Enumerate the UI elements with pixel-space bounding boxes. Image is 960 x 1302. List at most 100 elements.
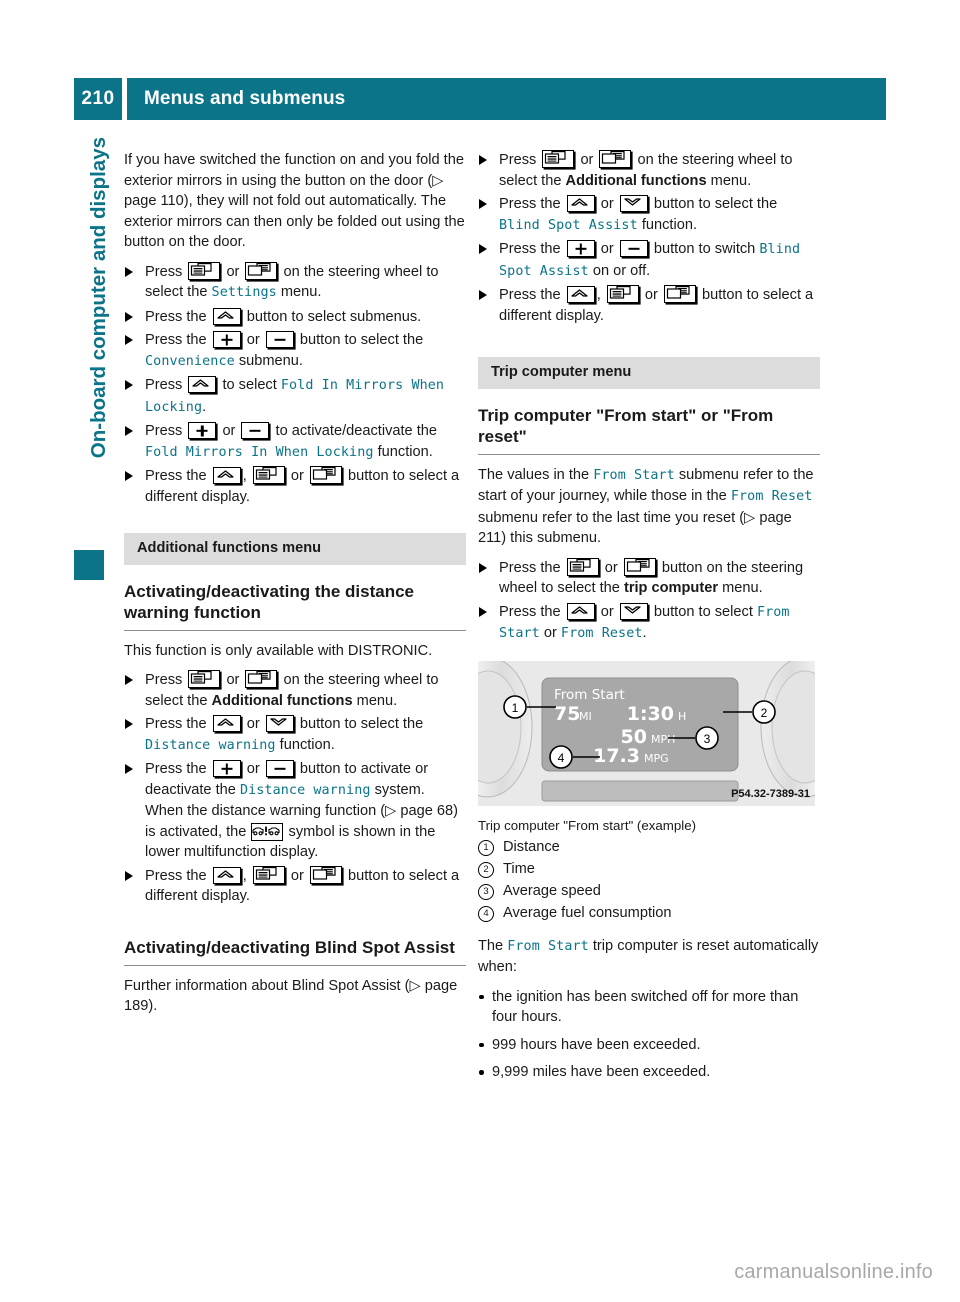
callout-label: Time bbox=[503, 860, 535, 877]
display-right-icon[interactable] bbox=[309, 865, 342, 884]
svg-text:P54.32-7389-31: P54.32-7389-31 bbox=[731, 788, 810, 800]
step-text-mid: button to select bbox=[653, 603, 753, 620]
chevron-up-icon[interactable] bbox=[566, 602, 595, 620]
callout-label: Distance bbox=[503, 838, 560, 855]
step-arrow-icon bbox=[125, 266, 133, 277]
callout-list-item: 2 Time bbox=[478, 859, 820, 880]
chevron-up-icon[interactable] bbox=[212, 866, 241, 884]
step-joiner: or bbox=[600, 241, 614, 257]
svg-text:MPH: MPH bbox=[651, 733, 675, 746]
list-item: 9,999 miles have been exceeded. bbox=[478, 1062, 820, 1083]
step-joiner: or bbox=[246, 761, 260, 777]
list-item-label: 999 hours have been exceeded. bbox=[492, 1036, 701, 1053]
step-item: Press the or button on the steering whee… bbox=[478, 557, 820, 599]
menu-name-from-start: From Start bbox=[507, 938, 589, 954]
step-text-pre: Press bbox=[499, 152, 537, 168]
chevron-up-icon[interactable] bbox=[212, 467, 241, 484]
step-item: Press or to activate/deactivate the Fold… bbox=[124, 421, 466, 463]
svg-text:17.3: 17.3 bbox=[593, 745, 640, 767]
step-arrow-icon bbox=[125, 335, 133, 345]
svg-text:MPG: MPG bbox=[644, 752, 669, 765]
step-text-pre: Press bbox=[145, 377, 183, 393]
display-left-icon[interactable] bbox=[188, 261, 221, 280]
chevron-up-icon[interactable] bbox=[212, 715, 241, 732]
callout-label: Average speed bbox=[503, 882, 601, 899]
minus-icon[interactable] bbox=[265, 331, 294, 348]
svg-text:4: 4 bbox=[558, 751, 565, 765]
step-item: Press or on the steering wheel to select… bbox=[478, 150, 820, 191]
step-item: Press to select Fold In Mirrors When Loc… bbox=[124, 375, 466, 418]
display-right-icon[interactable] bbox=[245, 261, 278, 280]
display-left-icon[interactable] bbox=[252, 865, 285, 884]
chevron-up-icon[interactable] bbox=[566, 286, 595, 303]
comma-separator: , bbox=[242, 867, 247, 884]
display-right-icon[interactable] bbox=[663, 285, 696, 303]
step-item: Press the or button to select the Conven… bbox=[124, 330, 466, 372]
trip-intro-1: The values in the bbox=[478, 466, 594, 483]
minus-icon[interactable] bbox=[619, 240, 648, 257]
display-left-icon[interactable] bbox=[188, 670, 221, 688]
minus-icon[interactable] bbox=[241, 422, 270, 439]
trip-intro-3: submenu refer to the last time you reset… bbox=[478, 509, 792, 547]
display-right-icon[interactable] bbox=[599, 150, 632, 168]
display-left-icon[interactable] bbox=[606, 285, 639, 303]
left-column: If you have switched the function on and… bbox=[124, 150, 466, 1026]
menu-name-additional-functions: Additional functions bbox=[211, 692, 353, 709]
subheading-trip-computer: Trip computer "From start" or "From rese… bbox=[478, 405, 774, 446]
chevron-down-icon[interactable] bbox=[619, 195, 648, 212]
reset-intro-paragraph: The From Start trip computer is reset au… bbox=[478, 936, 820, 978]
chevron-up-icon[interactable] bbox=[188, 376, 217, 393]
step-joiner: or bbox=[226, 263, 240, 280]
intro-paragraph: If you have switched the function on and… bbox=[124, 152, 465, 250]
step-arrow-icon bbox=[125, 426, 133, 436]
menu-name-from-start: From Start bbox=[593, 467, 675, 483]
step-joiner: or bbox=[246, 332, 260, 348]
plus-icon[interactable] bbox=[212, 760, 241, 777]
step-joiner: or bbox=[226, 672, 240, 688]
step-item: Press the or button to switch Blind Spot… bbox=[478, 239, 820, 282]
step-item: Press the or button to select From Start… bbox=[478, 602, 820, 645]
display-left-icon[interactable] bbox=[542, 150, 575, 168]
step-text-pre: Press bbox=[145, 263, 183, 280]
svg-text:1: 1 bbox=[512, 701, 519, 715]
menu-name-distance-warning: Distance warning bbox=[239, 782, 371, 798]
list-item: 999 hours have been exceeded. bbox=[478, 1035, 820, 1056]
step-arrow-icon bbox=[479, 155, 487, 165]
heading-rule bbox=[478, 453, 820, 455]
step-text-post: menu. bbox=[710, 172, 752, 189]
chevron-up-icon[interactable] bbox=[566, 195, 595, 212]
display-right-icon[interactable] bbox=[309, 466, 342, 484]
step-text-pre: Press the bbox=[145, 761, 207, 777]
minus-icon[interactable] bbox=[265, 760, 294, 777]
site-watermark: carmanualsonline.info bbox=[734, 1261, 933, 1283]
step-text-mid: button to select the bbox=[299, 716, 424, 732]
comma-separator: , bbox=[596, 287, 601, 303]
step-joiner: or bbox=[290, 867, 304, 884]
step-text-post: function. bbox=[279, 736, 335, 753]
step-arrow-icon bbox=[479, 199, 487, 209]
plus-icon[interactable] bbox=[212, 331, 241, 348]
svg-text:From Start: From Start bbox=[554, 687, 625, 703]
step-arrow-icon bbox=[125, 764, 133, 774]
chevron-down-icon[interactable] bbox=[265, 715, 294, 732]
step-text-mid: to select bbox=[222, 377, 277, 393]
step-joiner: or bbox=[222, 423, 236, 439]
display-right-icon[interactable] bbox=[245, 670, 278, 688]
display-left-icon[interactable] bbox=[252, 466, 285, 484]
step-text-mid: to activate/deactivate the bbox=[275, 423, 437, 439]
step-text-pre: Press the bbox=[499, 287, 561, 303]
chevron-up-icon[interactable] bbox=[212, 307, 241, 325]
page-title: Menus and submenus bbox=[127, 78, 886, 120]
step-item: Press or on the steering wheel to select… bbox=[124, 261, 466, 304]
svg-text:3: 3 bbox=[704, 732, 711, 746]
callout-number: 3 bbox=[478, 884, 494, 900]
list-item: the ignition has been switched off for m… bbox=[478, 987, 820, 1028]
plus-icon[interactable] bbox=[188, 422, 217, 439]
plus-icon[interactable] bbox=[566, 240, 595, 257]
display-left-icon[interactable] bbox=[566, 557, 599, 576]
menu-name-from-reset: From Reset bbox=[560, 626, 643, 641]
menu-name-blind-spot-assist: Blind Spot Assist bbox=[499, 217, 638, 233]
step-text-post: submenu. bbox=[238, 352, 303, 369]
chevron-down-icon[interactable] bbox=[619, 602, 648, 620]
display-right-icon[interactable] bbox=[623, 557, 656, 576]
